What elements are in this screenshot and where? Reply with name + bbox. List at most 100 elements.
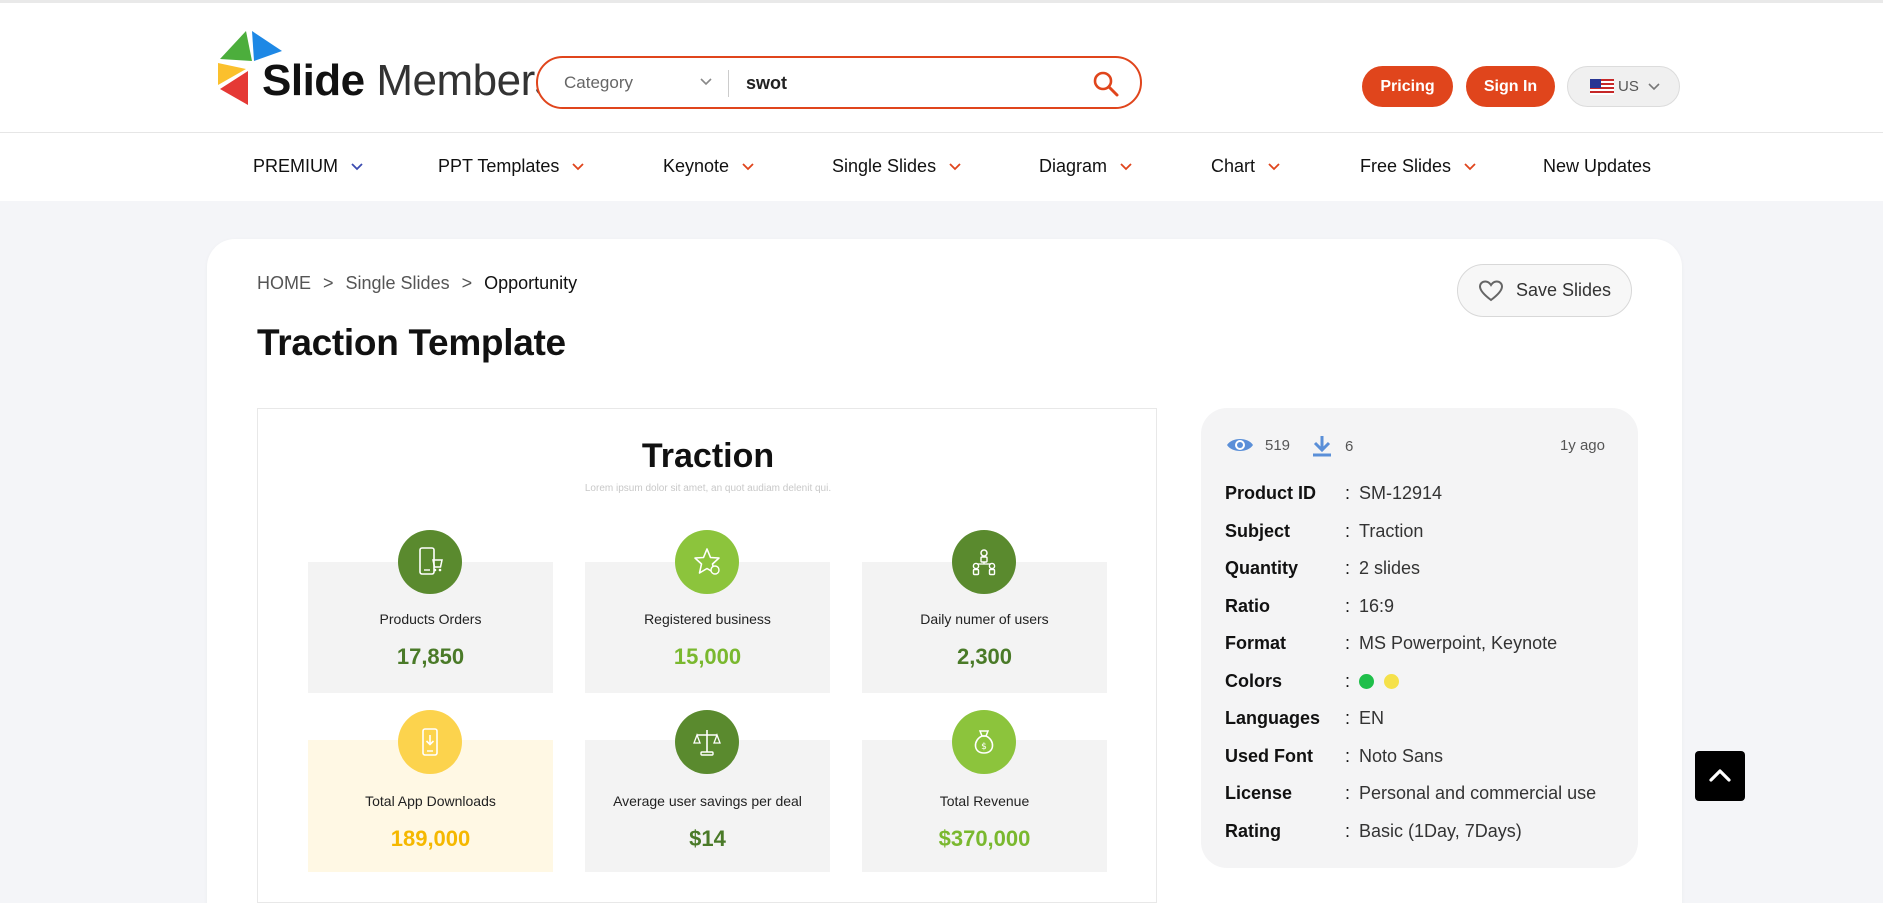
info-colon: : — [1345, 746, 1351, 766]
chevron-down-icon[interactable] — [698, 74, 714, 90]
views-stat: 519 — [1225, 434, 1290, 456]
nav-item-free-slides[interactable]: Free Slides — [1360, 156, 1477, 177]
breadcrumb-section[interactable]: Single Slides — [346, 273, 450, 294]
views-count: 519 — [1265, 436, 1291, 454]
tile-value: $370,000 — [938, 826, 1031, 851]
search-divider — [728, 70, 729, 97]
info-value: Personal and commercial use — [1359, 783, 1597, 803]
downloads-count: 6 — [1345, 437, 1354, 455]
star-badge-icon — [675, 530, 739, 594]
nav-item-label: PREMIUM — [253, 156, 338, 176]
info-key: License — [1225, 783, 1293, 803]
nav-item-new-updates[interactable]: New Updates — [1543, 156, 1651, 177]
heart-icon — [1478, 279, 1504, 301]
chevron-down-icon — [1268, 162, 1280, 170]
info-value[interactable]: Traction — [1359, 521, 1423, 542]
color-swatch-yellow[interactable] — [1384, 674, 1399, 689]
nav-item-label: PPT Templates — [438, 156, 560, 176]
users-network-icon — [952, 530, 1016, 594]
search-bar: Category — [536, 56, 1142, 109]
published-ago: 1y ago — [1559, 437, 1605, 454]
tile-value: 17,850 — [396, 644, 465, 669]
page-title: Traction Template — [257, 322, 566, 363]
search-input[interactable] — [746, 68, 1076, 98]
info-value: Basic (1Day, 7Days) — [1359, 821, 1522, 841]
tile-value: 189,000 — [390, 826, 471, 851]
site-header: Slide Members Category Pricing Sign In U… — [0, 0, 1883, 133]
save-slides-button[interactable]: Save Slides — [1457, 264, 1632, 317]
nav-item-premium[interactable]: PREMIUM — [253, 156, 364, 177]
info-colon: : — [1345, 633, 1351, 653]
info-key: Format — [1225, 633, 1287, 653]
back-to-top-button[interactable] — [1695, 751, 1745, 801]
tile-value: $14 — [689, 826, 726, 851]
tile-label: Average user savings per deal — [613, 793, 802, 809]
language-selector[interactable]: US — [1567, 66, 1680, 107]
tile-label: Total Revenue — [939, 793, 1030, 809]
eye-icon — [1227, 439, 1253, 451]
nav-item-label: Diagram — [1039, 156, 1108, 176]
chevron-down-icon — [351, 162, 363, 170]
main-nav: PREMIUM PPT Templates Keynote Single Sli… — [0, 133, 1883, 201]
logo-brand-regular: Members — [376, 56, 557, 105]
color-swatches — [1359, 671, 1409, 689]
tile-label: Total App Downloads — [365, 793, 496, 809]
info-key: Product ID — [1225, 483, 1317, 503]
nav-item-label: Keynote — [663, 156, 730, 176]
nav-item-keynote[interactable]: Keynote — [663, 156, 755, 177]
breadcrumb-current[interactable]: Opportunity — [484, 273, 577, 294]
chevron-down-icon — [1120, 162, 1132, 170]
info-key: Colors — [1225, 671, 1283, 691]
nav-item-ppt-templates[interactable]: PPT Templates — [438, 156, 585, 177]
category-select[interactable]: Category — [564, 73, 633, 93]
chevron-up-icon — [1709, 769, 1731, 782]
logo-text[interactable]: Slide Members — [262, 56, 557, 105]
breadcrumb-separator: > — [461, 273, 473, 293]
money-bag-icon: $ — [952, 710, 1016, 774]
chevron-down-icon — [1464, 162, 1476, 170]
info-key: Used Font — [1225, 746, 1313, 766]
info-colon: : — [1345, 821, 1351, 841]
chevron-down-icon — [949, 162, 961, 170]
product-stats: 519 6 1y ago — [1225, 434, 1605, 462]
slide-subtitle: Lorem ipsum dolor sit amet, an quot audi… — [584, 483, 832, 494]
search-icon[interactable] — [1092, 70, 1120, 98]
breadcrumb-home[interactable]: HOME — [257, 273, 311, 294]
download-icon — [1313, 436, 1331, 457]
save-slides-label: Save Slides — [1516, 280, 1612, 300]
info-colon: : — [1345, 521, 1351, 541]
sign-in-button[interactable]: Sign In — [1466, 66, 1555, 107]
nav-item-label: Free Slides — [1360, 156, 1452, 176]
tile-label: Products Orders — [379, 611, 482, 627]
chevron-down-icon — [1648, 82, 1660, 90]
nav-item-diagram[interactable]: Diagram — [1039, 156, 1133, 177]
slide-title: Traction — [641, 437, 775, 475]
nav-item-single-slides[interactable]: Single Slides — [832, 156, 962, 177]
chevron-down-icon — [572, 162, 585, 170]
downloads-stat: 6 — [1311, 434, 1353, 458]
pricing-button[interactable]: Pricing — [1362, 66, 1453, 107]
info-value: 2 slides — [1359, 558, 1421, 578]
info-colon: : — [1345, 783, 1351, 803]
language-label: US — [1618, 78, 1639, 95]
info-key: Languages — [1225, 708, 1321, 728]
nav-item-chart[interactable]: Chart — [1211, 156, 1281, 177]
balance-scale-icon — [675, 710, 739, 774]
color-swatch-green[interactable] — [1359, 674, 1374, 689]
info-colon: : — [1345, 671, 1351, 691]
svg-text:$: $ — [981, 742, 987, 752]
tile-label: Registered business — [644, 611, 771, 627]
mobile-download-icon — [398, 710, 462, 774]
info-value: 16:9 — [1359, 596, 1395, 616]
logo-brand-bold: Slide — [262, 56, 365, 105]
info-colon: : — [1345, 596, 1351, 616]
info-key: Ratio — [1225, 596, 1270, 616]
tile-label: Daily numer of users — [920, 611, 1049, 627]
nav-item-label: Single Slides — [832, 156, 937, 176]
info-colon: : — [1345, 558, 1351, 578]
info-key: Rating — [1225, 821, 1281, 841]
tile-value: 2,300 — [956, 644, 1013, 669]
slide-preview[interactable]: Traction Lorem ipsum dolor sit amet, an … — [257, 408, 1157, 903]
info-value: EN — [1359, 708, 1385, 728]
us-flag-icon — [1590, 78, 1614, 95]
